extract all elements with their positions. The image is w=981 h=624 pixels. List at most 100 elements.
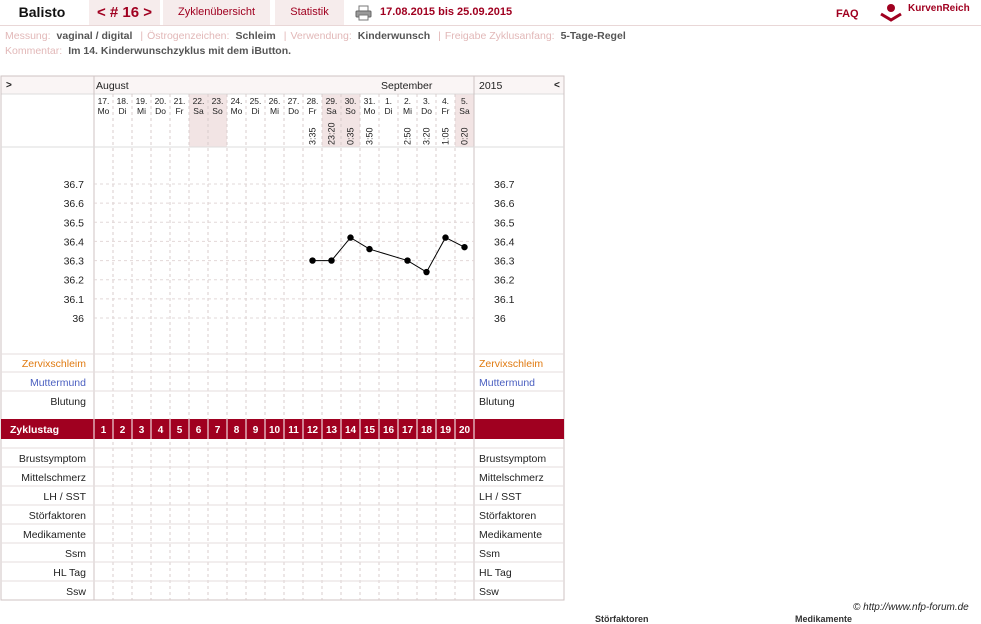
day-date: 29.: [326, 96, 338, 106]
blutung-label-left: Blutung: [50, 396, 86, 408]
day-date: 24.: [231, 96, 243, 106]
y-tick-label-right: 36.3: [494, 256, 515, 268]
day-weekday: Fr: [308, 106, 316, 116]
measure-time: 1:05: [441, 127, 451, 145]
day-date: 5.: [461, 96, 468, 106]
y-tick-label-right: 36.1: [494, 294, 515, 306]
day-date: 3.: [423, 96, 430, 106]
day-weekday: Do: [155, 106, 166, 116]
cycle-day-number: 1: [101, 425, 107, 436]
y-tick-label-left: 36.4: [64, 236, 85, 248]
day-date: 31.: [364, 96, 376, 106]
day-weekday: Di: [251, 106, 259, 116]
cycle-day-number: 4: [158, 425, 164, 436]
symptom-label-right: HL Tag: [479, 567, 512, 579]
y-tick-label-left: 36.7: [64, 179, 85, 191]
muttermund-label-left: Muttermund: [30, 377, 86, 389]
day-weekday: Mo: [231, 106, 243, 116]
y-tick-label-right: 36.6: [494, 198, 515, 210]
day-date: 26.: [269, 96, 281, 106]
cycle-day-number: 12: [307, 425, 319, 436]
day-weekday: Mi: [403, 106, 412, 116]
cycle-day-number: 18: [421, 425, 433, 436]
day-date: 21.: [174, 96, 186, 106]
cycle-day-number: 11: [288, 425, 299, 436]
cycle-day-number: 2: [120, 425, 126, 436]
y-tick-label-left: 36.6: [64, 198, 85, 210]
day-weekday: Do: [421, 106, 432, 116]
day-date: 28.: [307, 96, 319, 106]
cycle-day-number: 3: [139, 425, 145, 436]
symptom-label-right: Störfaktoren: [479, 510, 536, 522]
measure-time: 23:20: [327, 122, 337, 145]
y-tick-label-right: 36: [494, 313, 506, 325]
symptom-label-left: Brustsymptom: [19, 453, 86, 465]
cycle-chart: > <August September 201517.Mo18.Di19.Mi20.D…: [0, 75, 565, 601]
measure-time: 3:50: [365, 127, 375, 145]
day-weekday: Fr: [175, 106, 183, 116]
day-date: 19.: [136, 96, 148, 106]
month-label-august: August: [96, 80, 129, 92]
y-tick-label-left: 36.5: [64, 217, 85, 229]
day-date: 23.: [212, 96, 224, 106]
measure-time: 0:20: [460, 127, 470, 145]
symptom-label-left: Störfaktoren: [29, 510, 86, 522]
y-tick-label-right: 36.7: [494, 179, 515, 191]
symptom-label-left: LH / SST: [43, 491, 86, 503]
temperature-point: [309, 257, 316, 264]
cycle-day-number: 8: [234, 425, 240, 436]
cycle-day-number: 10: [269, 425, 281, 436]
cycle-day-number: 17: [402, 425, 414, 436]
day-date: 4.: [442, 96, 449, 106]
symptom-label-left: Ssm: [65, 548, 86, 560]
day-weekday: Mi: [270, 106, 279, 116]
day-weekday: Mo: [364, 106, 376, 116]
day-weekday: Sa: [193, 106, 204, 116]
cycle-day-bar: [1, 419, 564, 439]
cycle-day-number: 15: [364, 425, 376, 436]
cycle-day-number: 13: [326, 425, 338, 436]
day-weekday: Mo: [98, 106, 110, 116]
blutung-label-right: Blutung: [479, 396, 515, 408]
legend-medikamente: Medikamente: [795, 614, 853, 624]
day-date: 27.: [288, 96, 300, 106]
symptom-label-left: Mittelschmerz: [21, 472, 86, 484]
temperature-point: [347, 234, 354, 241]
cycle-day-number: 6: [196, 425, 202, 436]
y-tick-label-left: 36.1: [64, 294, 85, 306]
measure-time: 3:35: [308, 127, 318, 145]
day-date: 2.: [404, 96, 411, 106]
temperature-point: [461, 243, 468, 251]
measure-time: 3:20: [422, 127, 432, 145]
temperature-point: [442, 234, 449, 241]
y-tick-label-right: 36.2: [494, 275, 515, 287]
symptom-label-right: Ssm: [479, 548, 500, 560]
day-weekday: Sa: [326, 106, 337, 116]
muttermund-label-right: Muttermund: [479, 377, 535, 389]
symptom-label-left: HL Tag: [53, 567, 86, 579]
day-weekday: Di: [384, 106, 392, 116]
cycle-day-number: 7: [215, 425, 221, 436]
y-tick-label-right: 36.5: [494, 217, 515, 229]
zervixschleim-label-left: Zervixschleim: [22, 358, 86, 370]
day-weekday: Fr: [441, 106, 449, 116]
day-weekday: So: [212, 106, 223, 116]
temperature-point: [366, 245, 373, 253]
cycle-day-number: 5: [177, 425, 183, 436]
cycle-day-number: 19: [440, 425, 452, 436]
temperature-line: [312, 236, 465, 273]
day-date: 22.: [193, 96, 205, 106]
day-weekday: Di: [118, 106, 126, 116]
y-tick-label-right: 36.4: [494, 236, 515, 248]
symptom-label-right: Mittelschmerz: [479, 472, 544, 484]
credit-text[interactable]: © http://www.nfp-forum.de: [853, 602, 969, 613]
year-label: 2015: [479, 80, 503, 92]
day-date: 20.: [155, 96, 167, 106]
symptom-label-left: Ssw: [66, 586, 86, 598]
month-label-september: September: [381, 80, 433, 92]
symptom-label-right: Ssw: [479, 586, 499, 598]
y-tick-label-left: 36: [72, 313, 84, 325]
cycle-day-number: 14: [345, 425, 357, 436]
symptom-label-right: Medikamente: [479, 529, 542, 541]
measure-time: 0:35: [346, 127, 356, 145]
